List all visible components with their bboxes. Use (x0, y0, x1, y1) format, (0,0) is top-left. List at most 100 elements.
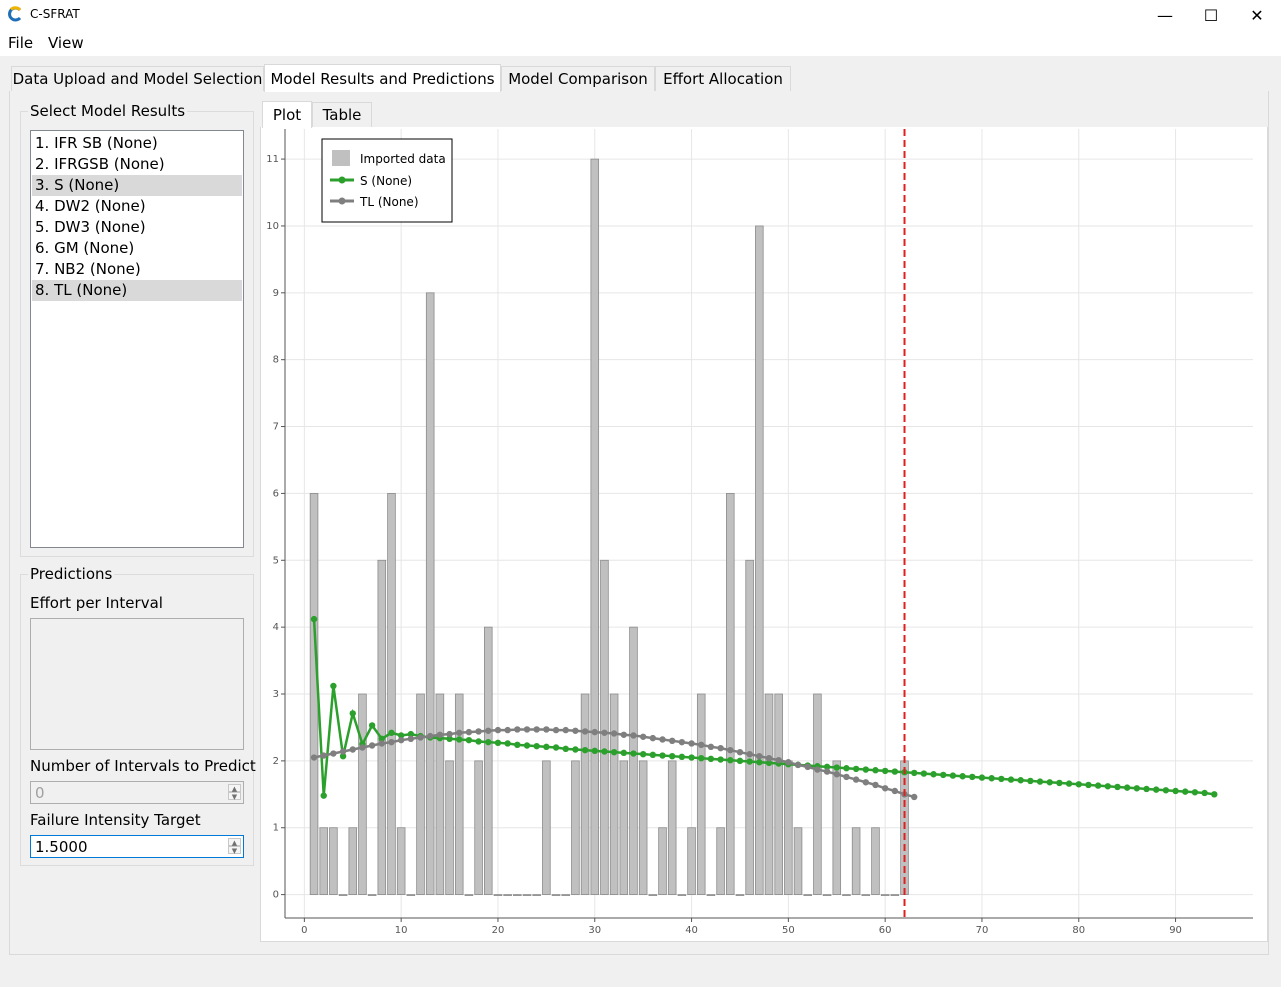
series-point (852, 776, 860, 783)
series-point (959, 773, 966, 780)
series-point (572, 746, 579, 753)
series-point (552, 726, 560, 734)
series-point (475, 728, 482, 735)
menu-view[interactable]: View (48, 34, 84, 52)
series-point (1162, 787, 1170, 794)
data-bar (755, 225, 764, 895)
series-point (698, 741, 705, 749)
series-point (514, 741, 521, 749)
series-point (891, 787, 899, 795)
list-item[interactable]: 3. S (None) (32, 175, 242, 196)
list-item[interactable]: 8. TL (None) (32, 280, 242, 301)
model-list[interactable]: 1. IFR SB (None) 2. IFRGSB (None) 3. S (… (30, 130, 244, 548)
data-bar (580, 693, 590, 895)
data-bar (600, 559, 609, 895)
series-point (804, 763, 811, 771)
x-tick-label: 30 (588, 925, 601, 936)
list-item[interactable]: 1. IFR SB (None) (32, 133, 242, 154)
series-point (1085, 781, 1092, 789)
data-bar (513, 894, 522, 896)
data-bar (687, 827, 696, 895)
series-point (649, 751, 657, 759)
list-item[interactable]: 7. NB2 (None) (32, 259, 242, 280)
series-point (543, 726, 550, 733)
series-point (446, 730, 453, 738)
series-point (1017, 777, 1024, 784)
series-point (1104, 783, 1111, 790)
series-point (543, 743, 550, 751)
series-point (330, 750, 337, 757)
tab-model-results[interactable]: Model Results and Predictions (264, 64, 501, 92)
series-point (978, 774, 986, 781)
list-item[interactable]: 5. DW3 (None) (32, 217, 242, 238)
list-item[interactable]: 2. IFRGSB (None) (32, 154, 242, 175)
tab-model-comparison[interactable]: Model Comparison (501, 66, 655, 91)
y-tick-label: 9 (273, 288, 279, 299)
maximize-button[interactable]: ☐ (1188, 0, 1234, 30)
data-bar (454, 693, 464, 895)
series-point (591, 728, 598, 736)
series-point (862, 779, 869, 786)
y-tick-label: 0 (273, 890, 279, 901)
series-point (494, 726, 502, 734)
series-point (843, 765, 850, 772)
list-item[interactable]: 6. GM (None) (32, 238, 242, 259)
list-item[interactable]: 4. DW2 (None) (32, 196, 242, 217)
series-point (1133, 785, 1141, 792)
y-tick-label: 2 (273, 756, 279, 767)
legend-marker-tl (338, 197, 346, 205)
data-bar (716, 827, 725, 895)
tab-plot[interactable]: Plot (262, 101, 312, 128)
close-button[interactable]: ✕ (1234, 0, 1280, 30)
series-point (601, 729, 608, 736)
series-point (581, 728, 589, 735)
series-point (572, 727, 579, 734)
tab-data-upload[interactable]: Data Upload and Model Selection (11, 66, 264, 91)
intensity-spinbox[interactable]: 1.5000 ▲ ▼ (30, 835, 244, 858)
data-bar (425, 292, 435, 895)
series-point (562, 745, 569, 753)
series-point (417, 734, 424, 741)
data-bar (803, 894, 812, 896)
data-bar (319, 827, 328, 895)
data-bar (406, 894, 416, 896)
intervals-value: 0 (35, 784, 45, 802)
x-tick-label: 0 (301, 925, 307, 936)
series-point (727, 746, 734, 754)
series-point (872, 781, 879, 789)
x-tick-label: 60 (879, 925, 892, 936)
series-point (456, 736, 463, 743)
x-tick-label: 10 (395, 925, 408, 936)
series-point (998, 775, 1005, 783)
data-bar (648, 894, 658, 896)
series-point (407, 735, 415, 743)
tab-effort-allocation[interactable]: Effort Allocation (655, 66, 791, 91)
menu-file[interactable]: File (8, 34, 33, 52)
series-point (475, 738, 482, 745)
intensity-stepper[interactable]: ▲ ▼ (228, 838, 241, 855)
series-point (862, 766, 869, 773)
data-bar (377, 559, 387, 895)
data-bar (726, 493, 735, 895)
series-point (504, 740, 511, 747)
minimize-button[interactable]: — (1142, 0, 1188, 30)
series-point (794, 761, 802, 769)
tab-table[interactable]: Table (312, 102, 372, 127)
title-bar (0, 0, 1281, 30)
series-point (436, 731, 444, 738)
intensity-label: Failure Intensity Target (30, 811, 201, 829)
series-point (610, 730, 618, 737)
series-point (1201, 789, 1208, 797)
data-bar (309, 493, 319, 895)
data-bar (658, 827, 667, 895)
series-point (427, 732, 434, 740)
series-point (765, 754, 773, 762)
series-point (1191, 789, 1199, 796)
effort-list[interactable] (30, 618, 244, 750)
intervals-spinbox: 0 ▲ ▼ (30, 781, 244, 804)
series-point (1036, 778, 1044, 785)
intensity-value[interactable]: 1.5000 (35, 838, 88, 856)
legend-swatch-imported (332, 150, 350, 166)
series-point (649, 734, 657, 742)
series-point (852, 765, 860, 773)
